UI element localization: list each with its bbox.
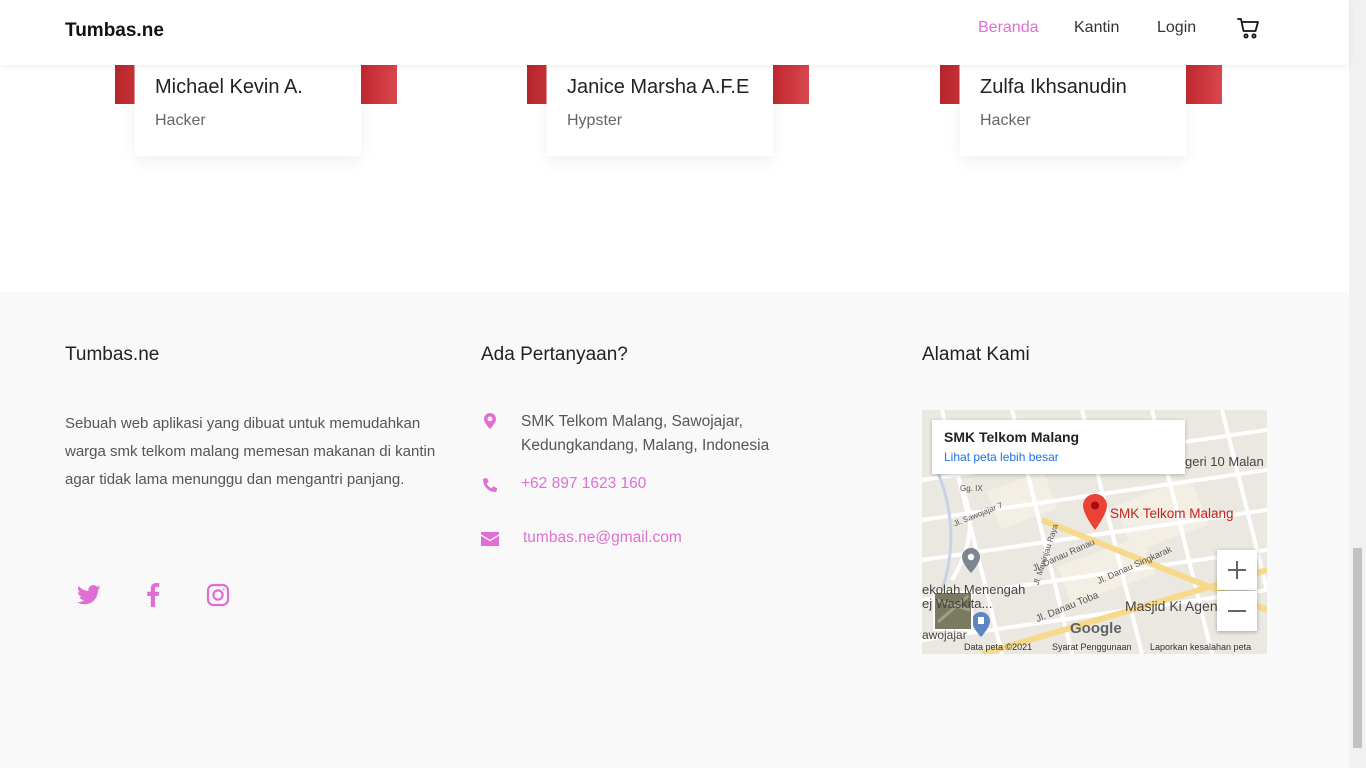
map-poi-label: ekolah Menengah <box>922 582 1026 597</box>
map-marker-icon <box>481 412 499 430</box>
member-role: Hacker <box>155 112 206 129</box>
member-name: Zulfa Ikhsanudin <box>980 76 1127 98</box>
member-role: Hypster <box>567 112 623 129</box>
instagram-icon[interactable] <box>201 578 235 612</box>
map-report-link[interactable]: Laporkan kesalahan peta <box>1150 642 1251 652</box>
member-name: Janice Marsha A.F.E <box>567 76 750 98</box>
member-info: Janice Marsha A.F.E Hypster <box>547 64 773 156</box>
contact-email[interactable]: tumbas.ne@gmail.com <box>523 526 682 550</box>
map-data-credit: Data peta ©2021 <box>964 642 1033 652</box>
map-pin-label: SMK Telkom Malang <box>1110 506 1234 521</box>
map-street-label: Gg. IX <box>960 484 983 493</box>
map-poi-label: ej Waskita... <box>922 596 993 611</box>
zoom-in-button[interactable] <box>1217 550 1257 590</box>
map-poi-label: awojajar <box>922 628 967 642</box>
cart-icon[interactable] <box>1237 16 1261 40</box>
scrollbar-thumb[interactable] <box>1353 548 1362 748</box>
top-navbar: Tumbas.ne Beranda Kantin Login <box>0 0 1349 65</box>
map-place-title: SMK Telkom Malang <box>944 429 1080 445</box>
member-info: Michael Kevin A. Hacker <box>135 64 361 156</box>
nav-login[interactable]: Login <box>1157 19 1196 37</box>
minus-icon <box>1228 610 1246 612</box>
address-title: Alamat Kami <box>922 344 1030 365</box>
phone-icon <box>481 476 499 494</box>
zoom-out-button[interactable] <box>1217 591 1257 631</box>
map-poi-label: Masjid Ki Ageng <box>1125 598 1226 614</box>
facebook-icon[interactable] <box>136 578 170 612</box>
nav-beranda[interactable]: Beranda <box>978 19 1039 37</box>
contact-phone[interactable]: +62 897 1623 160 <box>521 472 646 496</box>
map-poi-label: geri 10 Malan <box>1185 454 1264 469</box>
embedded-map[interactable]: SMK Telkom Malang Masjid Ki Ageng ekolah… <box>922 410 1267 654</box>
member-name: Michael Kevin A. <box>155 76 303 98</box>
nav-kantin[interactable]: Kantin <box>1074 19 1119 37</box>
member-info: Zulfa Ikhsanudin Hacker <box>960 64 1186 156</box>
footer-description: Sebuah web aplikasi yang dibuat untuk me… <box>65 415 436 488</box>
map-place-card: SMK Telkom Malang Lihat peta lebih besar <box>932 420 1185 474</box>
page-scrollbar[interactable] <box>1349 0 1366 768</box>
brand-logo[interactable]: Tumbas.ne <box>65 20 164 42</box>
contact-address: SMK Telkom Malang, Sawojajar, Kedungkand… <box>521 413 770 454</box>
plus-icon <box>1228 561 1246 579</box>
google-logo: Google <box>1070 620 1122 637</box>
footer: Tumbas.ne Sebuah web aplikasi yang dibua… <box>0 292 1349 768</box>
envelope-icon <box>481 530 499 548</box>
contact-title: Ada Pertanyaan? <box>481 344 628 365</box>
twitter-icon[interactable] <box>72 578 106 612</box>
map-terms-link[interactable]: Syarat Penggunaan <box>1052 642 1132 652</box>
member-role: Hacker <box>980 112 1031 129</box>
footer-brand-title: Tumbas.ne <box>65 344 160 365</box>
larger-map-link[interactable]: Lihat peta lebih besar <box>944 450 1173 464</box>
